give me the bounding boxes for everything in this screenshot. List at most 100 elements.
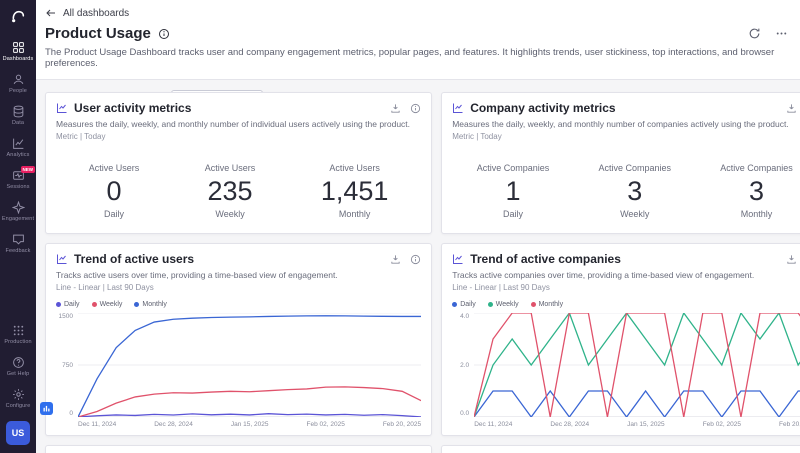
back-arrow-icon xyxy=(45,7,57,19)
help-icon xyxy=(12,356,25,369)
dashboards-icon xyxy=(12,41,25,54)
production-icon xyxy=(12,324,25,337)
sidebar-item-data[interactable]: Data xyxy=(0,100,36,132)
page-title: Product Usage xyxy=(45,25,151,42)
legend-label: Daily xyxy=(460,301,476,308)
y-axis-labels: 4.02.00.0 xyxy=(452,313,474,417)
dashboard-grid: User activity metrics Measures the daily… xyxy=(45,92,790,453)
sidebar-item-feedback[interactable]: Feedback xyxy=(0,228,36,260)
stat-active-users-weekly: Active Users 235 Weekly xyxy=(205,163,256,219)
sidebar-item-label: Configure xyxy=(6,403,31,409)
legend-dot xyxy=(488,302,493,307)
card-partial xyxy=(45,445,432,453)
legend-label: Weekly xyxy=(496,301,519,308)
sidebar-item-people[interactable]: People xyxy=(0,68,36,100)
stat-period: Monthly xyxy=(321,209,389,219)
chart-legend: Daily Weekly Monthly xyxy=(452,301,800,308)
sidebar-item-production[interactable]: Production xyxy=(0,319,36,351)
legend-dot xyxy=(452,302,457,307)
legend-label: Monthly xyxy=(142,301,167,308)
main-content: All dashboards Product Usage The Product… xyxy=(36,0,800,453)
info-icon[interactable] xyxy=(410,103,421,114)
x-axis-labels: Dec 11, 2024Dec 28, 2024Jan 15, 2025Feb … xyxy=(56,421,421,428)
legend-item-weekly[interactable]: Weekly xyxy=(92,301,123,308)
metric-chart-icon xyxy=(56,102,68,114)
card-meta: Metric | Today xyxy=(56,132,421,141)
sidebar-item-get-help[interactable]: Get Help xyxy=(0,351,36,383)
more-options-icon[interactable] xyxy=(775,27,788,40)
chart-legend: Daily Weekly Monthly xyxy=(56,301,421,308)
card-title: User activity metrics xyxy=(74,101,191,115)
sidebar-item-label: Sessions xyxy=(6,184,29,190)
stat-value: 0 xyxy=(89,176,140,207)
workspace-badge[interactable]: US xyxy=(6,421,30,445)
line-chart-plot[interactable] xyxy=(78,313,421,417)
stat-value: 3 xyxy=(598,176,671,207)
info-icon[interactable] xyxy=(410,254,421,265)
gear-icon xyxy=(12,388,25,401)
stat-label: Active Users xyxy=(321,163,389,173)
sidebar-item-engagement[interactable]: Engagement xyxy=(0,196,36,228)
download-icon[interactable] xyxy=(390,254,401,265)
stat-period: Monthly xyxy=(720,209,793,219)
card-partial xyxy=(441,445,800,453)
download-icon[interactable] xyxy=(786,254,797,265)
sidebar-item-configure[interactable]: Configure xyxy=(0,383,36,415)
analytics-icon xyxy=(12,137,25,150)
people-icon xyxy=(12,73,25,86)
sidebar-item-sessions[interactable]: NEW Sessions xyxy=(0,164,36,196)
stat-value: 235 xyxy=(205,176,256,207)
stat-period: Daily xyxy=(89,209,140,219)
sidebar-item-label: People xyxy=(9,88,27,94)
download-icon[interactable] xyxy=(786,103,797,114)
card-company-activity-metrics: Company activity metrics Measures the da… xyxy=(441,92,800,234)
active-companies-line-chart: 4.02.00.0 Dec 11, 2024Dec 28, 2024Jan 15… xyxy=(452,313,800,428)
sidebar-item-label: Engagement xyxy=(2,216,34,222)
legend-label: Weekly xyxy=(100,301,123,308)
card-meta: Metric | Today xyxy=(452,132,800,141)
stat-label: Active Companies xyxy=(598,163,671,173)
legend-item-daily[interactable]: Daily xyxy=(452,301,476,308)
page-header: All dashboards Product Usage The Product… xyxy=(36,0,800,80)
line-chart-plot[interactable] xyxy=(474,313,800,417)
card-meta: Line - Linear | Last 90 Days xyxy=(452,283,800,292)
page-description: The Product Usage Dashboard tracks user … xyxy=(45,47,788,69)
legend-item-monthly[interactable]: Monthly xyxy=(531,301,564,308)
stat-active-users-daily: Active Users 0 Daily xyxy=(89,163,140,219)
resource-center-launcher[interactable] xyxy=(40,402,53,415)
card-title: Trend of active users xyxy=(74,252,194,266)
download-icon[interactable] xyxy=(390,103,401,114)
stat-period: Daily xyxy=(477,209,550,219)
sidebar-item-dashboards[interactable]: Dashboards xyxy=(0,36,36,68)
stat-label: Active Users xyxy=(89,163,140,173)
legend-item-weekly[interactable]: Weekly xyxy=(488,301,519,308)
title-info-icon[interactable] xyxy=(158,28,170,40)
line-chart-icon xyxy=(56,253,68,265)
database-icon xyxy=(12,105,25,118)
back-to-dashboards-link[interactable]: All dashboards xyxy=(45,7,129,19)
stat-value: 1,451 xyxy=(321,176,389,207)
feedback-icon xyxy=(12,233,25,246)
legend-label: Daily xyxy=(64,301,80,308)
legend-dot xyxy=(56,302,61,307)
sidebar-item-label: Data xyxy=(12,120,24,126)
legend-item-daily[interactable]: Daily xyxy=(56,301,80,308)
stat-label: Active Companies xyxy=(720,163,793,173)
sidebar-item-label: Feedback xyxy=(6,248,31,254)
stat-label: Active Companies xyxy=(477,163,550,173)
stat-value: 3 xyxy=(720,176,793,207)
card-description: Tracks active companies over time, provi… xyxy=(452,270,800,280)
card-meta: Line - Linear | Last 90 Days xyxy=(56,283,421,292)
card-trend-active-users: Trend of active users Tracks active user… xyxy=(45,243,432,436)
app-logo[interactable] xyxy=(10,7,26,28)
sidebar: Dashboards People Data Analytics NEW Ses… xyxy=(0,0,36,453)
sidebar-item-label: Production xyxy=(4,339,31,345)
line-chart-icon xyxy=(452,253,464,265)
stat-active-companies-monthly: Active Companies 3 Monthly xyxy=(720,163,793,219)
stat-period: Weekly xyxy=(205,209,256,219)
legend-item-monthly[interactable]: Monthly xyxy=(134,301,167,308)
card-title: Trend of active companies xyxy=(470,252,621,266)
sidebar-item-analytics[interactable]: Analytics xyxy=(0,132,36,164)
card-user-activity-metrics: User activity metrics Measures the daily… xyxy=(45,92,432,234)
refresh-icon[interactable] xyxy=(748,27,761,40)
